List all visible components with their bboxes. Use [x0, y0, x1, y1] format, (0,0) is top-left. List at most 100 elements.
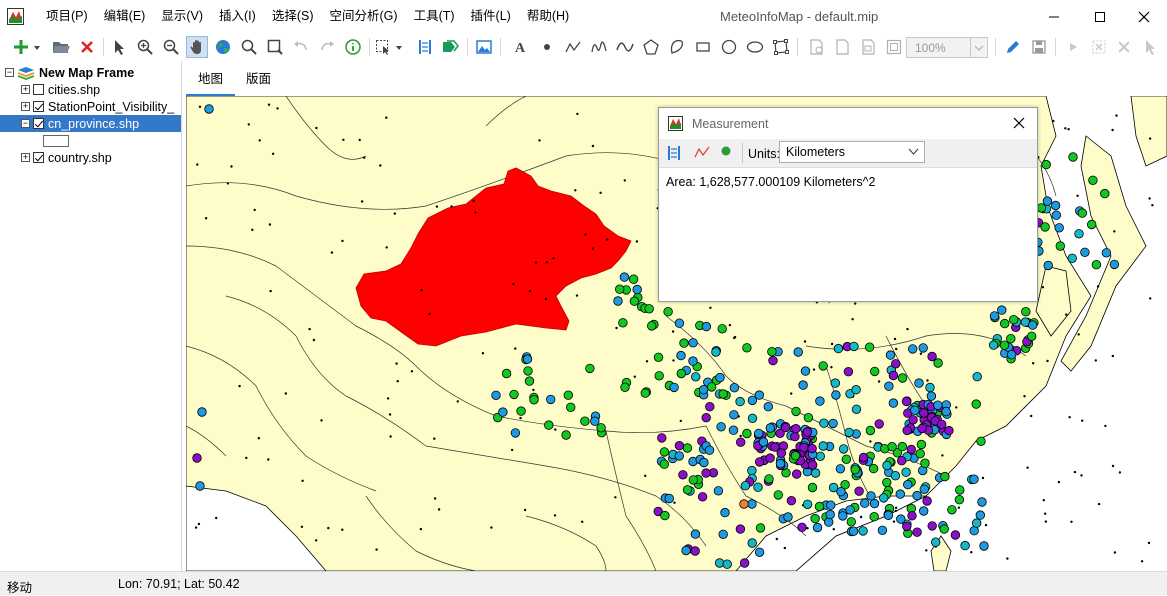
station-point: [931, 537, 941, 547]
dialog-close-button[interactable]: [1013, 117, 1025, 129]
edit-vertices-button[interactable]: [770, 36, 792, 58]
open-button[interactable]: [50, 36, 72, 58]
tree-item-layer[interactable]: + StationPoint_Visibility_: [21, 98, 174, 115]
select-button-2[interactable]: [1139, 36, 1161, 58]
layout-tool-4-button[interactable]: [883, 36, 905, 58]
edit-mode-button[interactable]: [1002, 36, 1024, 58]
layer-visibility-checkbox[interactable]: [33, 118, 44, 129]
zoom-to-layer-button[interactable]: [238, 36, 260, 58]
zoom-in-button[interactable]: [134, 36, 156, 58]
label-button[interactable]: [440, 36, 462, 58]
menu-edit[interactable]: 编辑(E): [96, 0, 154, 33]
draw-curve-button[interactable]: [614, 36, 636, 58]
expand-icon[interactable]: +: [21, 85, 30, 94]
collapse-icon[interactable]: −: [21, 119, 30, 128]
identify-button[interactable]: [342, 36, 364, 58]
measure-length-button[interactable]: [694, 145, 710, 161]
tree-item-layer-selected[interactable]: − cn_province.shp: [0, 115, 181, 132]
draw-polygon-button[interactable]: [640, 36, 662, 58]
menu-plugins[interactable]: 插件(L): [463, 0, 519, 33]
city-point: [245, 456, 248, 460]
tree-item-map-frame[interactable]: − New Map Frame: [5, 64, 134, 81]
station-point: [846, 517, 857, 527]
city-point: [358, 138, 361, 142]
city-point: [215, 516, 218, 520]
draw-freehand-button[interactable]: [588, 36, 610, 58]
menu-project[interactable]: 项目(P): [38, 0, 96, 33]
tab-map[interactable]: 地图: [186, 66, 236, 96]
draw-curve-polygon-button[interactable]: [666, 36, 688, 58]
expand-icon[interactable]: +: [21, 102, 30, 111]
undo-button[interactable]: [290, 36, 312, 58]
collapse-icon[interactable]: −: [5, 68, 14, 77]
city-point: [519, 416, 522, 420]
tree-item-layer[interactable]: + country.shp: [21, 149, 112, 166]
draw-point-button[interactable]: [536, 36, 558, 58]
pan-button[interactable]: [186, 36, 208, 58]
layer-visibility-checkbox[interactable]: [33, 84, 44, 95]
dialog-title-bar[interactable]: Measurement: [659, 108, 1037, 139]
draw-circle-button[interactable]: [718, 36, 740, 58]
close-button[interactable]: [1121, 0, 1167, 33]
menu-spatial-analysis[interactable]: 空间分析(G): [322, 0, 406, 33]
minimize-button[interactable]: [1031, 0, 1077, 33]
station-point: [754, 457, 765, 467]
layer-visibility-checkbox[interactable]: [33, 101, 44, 112]
draw-polyline-button[interactable]: [562, 36, 584, 58]
units-label: Units:: [748, 147, 780, 161]
delete-feature-button[interactable]: [1113, 36, 1135, 58]
draw-ellipse-button[interactable]: [744, 36, 766, 58]
tab-layout[interactable]: 版面: [234, 66, 283, 96]
select-all-button[interactable]: [1088, 36, 1110, 58]
maximize-button[interactable]: [1077, 0, 1123, 33]
toolbar-separator: [467, 38, 468, 56]
draw-rectangle-button[interactable]: [692, 36, 714, 58]
select-button[interactable]: [108, 36, 130, 58]
units-select[interactable]: Kilometers: [779, 141, 925, 163]
layout-tool-1-button[interactable]: [806, 36, 828, 58]
station-point: [701, 321, 712, 332]
save-edits-button[interactable]: [1028, 36, 1050, 58]
station-point: [516, 406, 526, 416]
measure-area-button[interactable]: [667, 145, 683, 161]
layout-tool-2-button[interactable]: [832, 36, 854, 58]
draw-text-button[interactable]: A: [510, 36, 532, 58]
play-button[interactable]: [1062, 36, 1084, 58]
expand-icon[interactable]: +: [21, 153, 30, 162]
zoom-level-select[interactable]: 100%: [906, 37, 988, 58]
zoom-out-button[interactable]: [160, 36, 182, 58]
full-extent-button[interactable]: [212, 36, 234, 58]
menu-view[interactable]: 显示(V): [153, 0, 211, 33]
city-point: [892, 520, 896, 523]
magnifier-icon: [241, 39, 257, 55]
tree-item-layer[interactable]: + cities.shp: [21, 81, 100, 98]
redo-button[interactable]: [316, 36, 338, 58]
layer-visibility-checkbox[interactable]: [33, 152, 44, 163]
zoom-box-button[interactable]: [264, 36, 286, 58]
remove-layer-button[interactable]: [76, 36, 98, 58]
city-point: [591, 144, 595, 148]
measure-feature-button[interactable]: [720, 145, 736, 161]
edit-vertices-icon: [773, 39, 789, 55]
menu-help[interactable]: 帮助(H): [519, 0, 577, 33]
city-point: [433, 437, 436, 440]
add-layer-button[interactable]: [12, 36, 42, 58]
insert-image-button[interactable]: [473, 36, 495, 58]
menu-select[interactable]: 选择(S): [264, 0, 322, 33]
menu-insert[interactable]: 插入(I): [211, 0, 264, 33]
pencil-icon: [1007, 41, 1019, 53]
select-features-button[interactable]: [374, 36, 406, 58]
station-point: [1100, 188, 1110, 199]
station-point: [688, 356, 698, 366]
menu-tools[interactable]: 工具(T): [406, 0, 463, 33]
station-point: [653, 352, 664, 363]
city-point: [194, 526, 198, 529]
city-point: [238, 384, 241, 388]
station-point: [707, 382, 717, 392]
layout-tool-3-button[interactable]: [858, 36, 880, 58]
measure-button[interactable]: [414, 36, 436, 58]
station-point: [897, 456, 907, 466]
station-point: [896, 514, 906, 524]
city-point: [538, 139, 541, 142]
city-point: [532, 388, 535, 392]
